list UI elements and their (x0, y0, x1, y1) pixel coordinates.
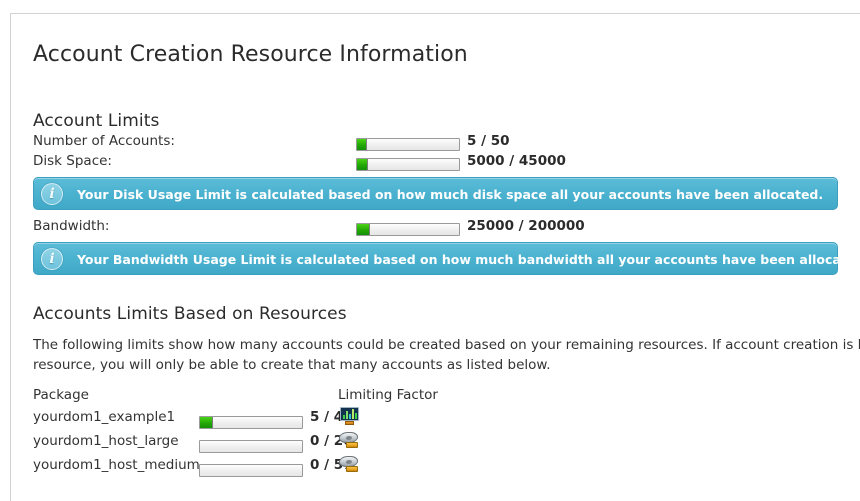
package-name: yourdom1_example1 (33, 409, 176, 425)
resource-information-panel: Account Creation Resource Information Ac… (10, 13, 860, 501)
table-row: yourdom1_example1 5 / 40 (33, 405, 453, 429)
hard-disk-icon (338, 431, 360, 450)
progress-bar-disk-space (356, 154, 460, 174)
progress-track (199, 463, 303, 477)
account-limits-heading: Account Limits (33, 111, 160, 131)
bar (349, 414, 351, 419)
table-row: yourdom1_host_medium 0 / 57 (33, 453, 453, 477)
notice-disk-usage: i Your Disk Usage Limit is calculated ba… (33, 177, 838, 210)
notice-message: Your Bandwidth Usage Limit is calculated… (77, 252, 860, 267)
info-icon: i (41, 183, 63, 205)
limit-label: Disk Space: (33, 153, 112, 169)
panel-inner: Account Creation Resource Information Ac… (11, 14, 860, 477)
notice-bandwidth-usage: i Your Bandwidth Usage Limit is calculat… (33, 242, 860, 275)
table-row: yourdom1_host_large 0 / 20 (33, 429, 453, 453)
progress-track (356, 222, 460, 236)
progress-bar-package (199, 458, 303, 482)
limit-row-number-of-accounts: Number of Accounts: 5 / 50 (33, 131, 860, 151)
page-title: Account Creation Resource Information (33, 42, 468, 67)
resources-description: The following limits show how many accou… (33, 337, 860, 373)
limit-row-bandwidth: Bandwidth: 25000 / 200000 (33, 216, 860, 236)
info-icon-glyph: i (49, 251, 55, 267)
column-header-package: Package (33, 387, 89, 403)
progress-bar-bandwidth (356, 219, 460, 239)
progress-track (356, 137, 460, 151)
disk-base (346, 466, 358, 472)
package-limits-table: Package Limiting Factor yourdom1_example… (33, 386, 453, 477)
bar (355, 413, 357, 419)
bar (346, 411, 348, 419)
column-header-limiting-factor: Limiting Factor (338, 387, 438, 403)
monitor-screen (340, 407, 359, 421)
bar (352, 409, 354, 419)
progress-track (356, 157, 460, 171)
notice-message: Your Disk Usage Limit is calculated base… (77, 187, 824, 202)
limit-value: 5 / 50 (467, 133, 510, 149)
limit-label: Number of Accounts: (33, 133, 175, 149)
resources-heading: Accounts Limits Based on Resources (33, 304, 347, 324)
progress-fill (357, 223, 370, 235)
progress-fill (200, 416, 213, 428)
info-icon: i (41, 248, 63, 270)
bar (343, 415, 345, 419)
limit-label: Bandwidth: (33, 218, 110, 234)
table-header-row: Package Limiting Factor (33, 386, 453, 405)
limit-value: 25000 / 200000 (467, 218, 585, 234)
info-icon-glyph: i (49, 186, 55, 202)
package-name: yourdom1_host_large (33, 433, 179, 449)
page-root: Account Creation Resource Information Ac… (0, 0, 860, 501)
limit-row-disk-space: Disk Space: 5000 / 45000 (33, 151, 860, 171)
progress-fill (357, 158, 369, 170)
progress-track (199, 439, 303, 453)
hard-disk-icon (338, 455, 360, 474)
package-name: yourdom1_host_medium (33, 457, 200, 473)
bandwidth-monitor-icon (339, 407, 360, 426)
progress-track (199, 415, 303, 429)
progress-fill (357, 138, 368, 150)
disk-base (346, 442, 358, 448)
monitor-stand (345, 421, 354, 425)
limit-value: 5000 / 45000 (467, 153, 566, 169)
